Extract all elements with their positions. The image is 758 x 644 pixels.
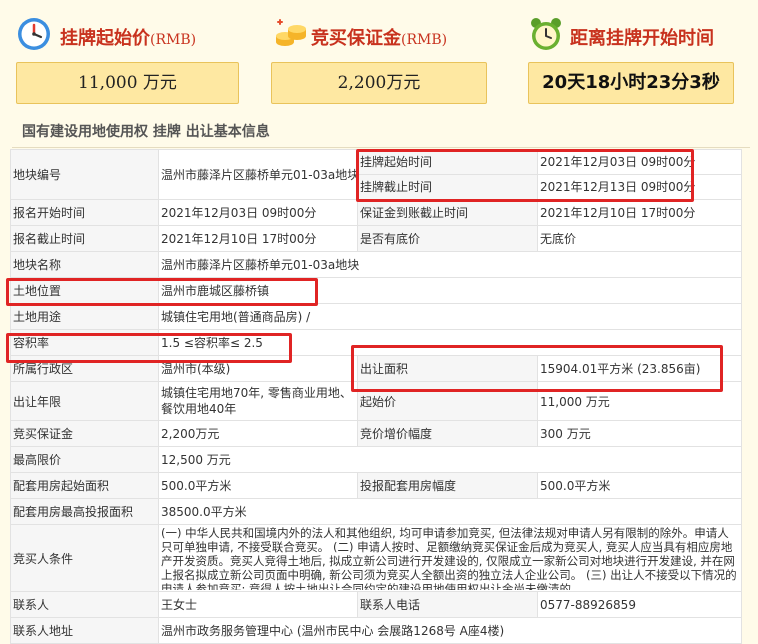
table-row: 最高限价 12,500 万元 [10,446,742,473]
parcel-name-value: 温州市藤泽片区藤桥单元01-03a地块 [158,251,742,278]
table-row: 竞买保证金 2,200万元 竞价增价幅度 300 万元 [10,420,742,447]
alarm-clock-icon [531,18,561,50]
start-price-label: 起始价 [357,381,538,421]
housing-start-area-label: 配套用房起始面积 [10,472,159,499]
contact-label: 联系人 [10,591,159,618]
table-row: 出让年限 城镇住宅用地70年, 零售商业用地、餐饮用地40年 起始价 11,00… [10,381,742,421]
housing-max-area-value: 38500.0平方米 [158,498,742,525]
metric-countdown: 距离挂牌开始时间 20天18小时23分3秒 [528,0,734,112]
far-value: 1.5 ≤容积率≤ 2.5 [158,329,742,356]
reg-end-value: 2021年12月10日 17时00分 [158,225,358,252]
increment-label: 竞价增价幅度 [357,420,538,447]
table-row: 地块名称 温州市藤泽片区藤桥单元01-03a地块 [10,251,742,278]
housing-start-area-value: 500.0平方米 [158,472,358,499]
parcel-no-label: 地块编号 [10,149,159,200]
contact-value: 王女士 [158,591,358,618]
metric-deposit: 竞买保证金(RMB) 2,200万元 [271,0,487,112]
area-label: 出让面积 [357,355,538,382]
table-row: 报名开始时间 2021年12月03日 09时00分 保证金到账截止时间 2021… [10,199,742,226]
section-title: 国有建设用地使用权 挂牌 出让基本信息 [12,122,750,148]
table-row: 报名截止时间 2021年12月10日 17时00分 是否有底价 无底价 [10,225,742,252]
conditions-label: 竞买人条件 [10,524,159,592]
max-price-label: 最高限价 [10,446,159,473]
district-value: 温州市(本级) [158,355,358,382]
table-row: 配套用房最高投报面积 38500.0平方米 [10,498,742,525]
start-price-value: 11,000 万元 [537,381,742,421]
metrics-bar: 挂牌起始价(RMB) 11,000 万元 竞买保证金(RMB) 2,200万元 [0,0,758,112]
max-price-value: 12,500 万元 [158,446,742,473]
land-use-value: 城镇住宅用地(普通商品房) / [158,303,742,330]
deposit-deadline-label: 保证金到账截止时间 [357,199,538,226]
metric-deposit-value: 2,200万元 [271,62,487,104]
listing-end-value: 2021年12月13日 09时00分 [538,174,741,199]
table-row: 土地用途 城镇住宅用地(普通商品房) / [10,303,742,330]
parcel-name-label: 地块名称 [10,251,159,278]
location-value: 温州市鹿城区藤桥镇 [158,277,742,304]
deposit-label: 竞买保证金 [10,420,159,447]
parcel-no-value: 温州市藤泽片区藤桥单元01-03a地块 [158,149,358,200]
listing-end-label: 挂牌截止时间 [358,174,537,199]
coins-icon [276,19,306,46]
reserve-value: 无底价 [537,225,742,252]
info-table: 地块编号 温州市藤泽片区藤桥单元01-03a地块 挂牌起始时间 挂牌截止时间 2… [10,149,742,644]
metric-countdown-label: 距离挂牌开始时间 [570,28,714,49]
metric-start-price: 挂牌起始价(RMB) 11,000 万元 [16,0,239,112]
reserve-label: 是否有底价 [357,225,538,252]
reg-end-label: 报名截止时间 [10,225,159,252]
phone-label: 联系人电话 [357,591,538,618]
table-row: 地块编号 温州市藤泽片区藤桥单元01-03a地块 挂牌起始时间 挂牌截止时间 2… [10,149,742,200]
district-label: 所属行政区 [10,355,159,382]
table-row: 竞买人条件 (一) 中华人民共和国境内外的法人和其他组织, 均可申请参加竞买, … [10,524,742,592]
location-label: 土地位置 [10,277,159,304]
term-label: 出让年限 [10,381,159,421]
deposit-deadline-value: 2021年12月10日 17时00分 [537,199,742,226]
metric-countdown-value: 20天18小时23分3秒 [528,62,734,104]
table-row: 联系人 王女士 联系人电话 0577-88926859 [10,591,742,618]
housing-increment-value: 500.0平方米 [537,472,742,499]
metric-deposit-label: 竞买保证金(RMB) [311,28,448,49]
listing-start-label: 挂牌起始时间 [360,155,433,169]
housing-increment-label: 投报配套用房幅度 [357,472,538,499]
phone-value: 0577-88926859 [537,591,742,618]
far-label: 容积率 [10,329,159,356]
housing-max-area-label: 配套用房最高投报面积 [10,498,159,525]
table-row: 配套用房起始面积 500.0平方米 投报配套用房幅度 500.0平方米 [10,472,742,499]
metric-start-price-label: 挂牌起始价(RMB) [60,28,197,49]
table-row: 容积率 1.5 ≤容积率≤ 2.5 [10,329,742,356]
listing-start-value: 2021年12月03日 09时00分 [540,155,696,169]
land-use-label: 土地用途 [10,303,159,330]
clock-icon [18,18,50,50]
metric-start-price-value: 11,000 万元 [16,62,239,104]
increment-value: 300 万元 [537,420,742,447]
table-row: 所属行政区 温州市(本级) 出让面积 15904.01平方米 (23.856亩) [10,355,742,382]
conditions-value: (一) 中华人民共和国境内外的法人和其他组织, 均可申请参加竞买, 但法律法规对… [161,526,737,590]
reg-start-label: 报名开始时间 [10,199,159,226]
deposit-value: 2,200万元 [158,420,358,447]
reg-start-value: 2021年12月03日 09时00分 [158,199,358,226]
term-value: 城镇住宅用地70年, 零售商业用地、餐饮用地40年 [158,381,358,421]
area-value: 15904.01平方米 (23.856亩) [537,355,742,382]
table-row: 土地位置 温州市鹿城区藤桥镇 [10,277,742,304]
